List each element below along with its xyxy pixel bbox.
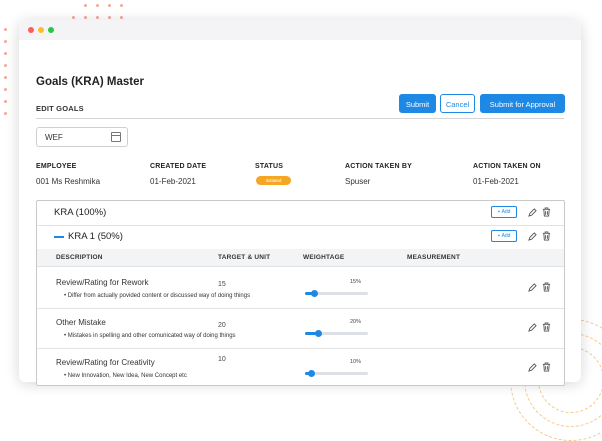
slider-handle[interactable] [314, 330, 322, 337]
kra-panel: KRA (100%) + Add KRA 1 (50%) + Add DESCR… [36, 200, 565, 386]
divider [36, 118, 564, 119]
created-date-label: CREATED DATE [150, 163, 207, 170]
goal-target: 15 [218, 281, 226, 288]
col-measurement: MEASUREMENT [407, 254, 461, 261]
status-badge: Initiated [256, 176, 291, 185]
table-row: Other Mistake • Mistakes in spelling and… [37, 308, 564, 349]
action-taken-by-value: Spuser [345, 177, 371, 186]
maximize-dot-icon[interactable] [48, 27, 54, 33]
employee-value: 001 Ms Reshmika [36, 177, 101, 186]
slider-handle[interactable] [311, 290, 319, 297]
weightage-slider[interactable] [305, 290, 368, 297]
delete-trash-icon[interactable] [542, 322, 551, 332]
goal-description: • New Innovation, New Idea, New Concept … [64, 373, 187, 379]
cancel-button[interactable]: Cancel [440, 94, 475, 113]
close-dot-icon[interactable] [28, 27, 34, 33]
delete-trash-icon[interactable] [542, 362, 551, 372]
col-target: TARGET & UNIT [218, 254, 271, 261]
submit-for-approval-button[interactable]: Submit for Approval [480, 94, 565, 113]
edit-pencil-icon[interactable] [528, 363, 537, 372]
action-taken-by-label: ACTION TAKEN BY [345, 163, 413, 170]
window-titlebar [19, 20, 581, 40]
kra-title: KRA (100%) [54, 207, 107, 218]
weightage-percent: 15% [350, 279, 362, 285]
goal-title: Other Mistake [56, 318, 106, 327]
table-header: DESCRIPTION TARGET & UNIT WEIGHTAGE MEAS… [37, 249, 564, 267]
goal-description: • Mistakes in spelling and other comunic… [64, 333, 236, 339]
delete-trash-icon[interactable] [542, 282, 551, 292]
col-description: DESCRIPTION [56, 254, 103, 261]
minimize-dot-icon[interactable] [38, 27, 44, 33]
edit-pencil-icon[interactable] [528, 323, 537, 332]
wef-label: WEF [45, 133, 63, 142]
col-weightage: WEIGHTAGE [303, 254, 345, 261]
collapse-minus-icon[interactable] [54, 236, 64, 238]
weightage-slider[interactable] [305, 330, 368, 337]
section-title: EDIT GOALS [36, 104, 84, 113]
goal-target: 10 [218, 356, 226, 363]
goal-title: Review/Rating for Rework [56, 278, 149, 287]
delete-trash-icon[interactable] [542, 231, 551, 241]
table-row: Review/Rating for Creativity • New Innov… [37, 348, 564, 388]
edit-pencil-icon[interactable] [528, 208, 537, 217]
goal-description: • Differ from actually povided content o… [64, 293, 251, 299]
calendar-icon[interactable] [111, 132, 121, 142]
edit-pencil-icon[interactable] [528, 232, 537, 241]
app-window: Goals (KRA) Master EDIT GOALS Submit Can… [19, 20, 581, 386]
created-date-value: 01-Feb-2021 [150, 177, 196, 186]
kra-header-row: KRA (100%) + Add [37, 201, 564, 226]
page-content: Goals (KRA) Master EDIT GOALS Submit Can… [19, 40, 581, 386]
goal-target: 20 [218, 322, 226, 329]
weightage-percent: 20% [350, 319, 362, 325]
weightage-percent: 10% [350, 359, 362, 365]
wef-date-field[interactable]: WEF [36, 127, 128, 147]
goal-title: Review/Rating for Creativity [56, 358, 155, 367]
page-title: Goals (KRA) Master [36, 76, 144, 88]
submit-button[interactable]: Submit [399, 94, 436, 113]
slider-handle[interactable] [308, 370, 316, 377]
edit-pencil-icon[interactable] [528, 283, 537, 292]
employee-label: EMPLOYEE [36, 163, 77, 170]
kra-sub-row: KRA 1 (50%) + Add [37, 225, 564, 250]
delete-trash-icon[interactable] [542, 207, 551, 217]
add-goal-button[interactable]: + Add [491, 230, 517, 242]
status-label: STATUS [255, 163, 284, 170]
add-kra-button[interactable]: + Add [491, 206, 517, 218]
table-row: Review/Rating for Rework • Differ from a… [37, 268, 564, 309]
weightage-slider[interactable] [305, 370, 368, 377]
kra-sub-title: KRA 1 (50%) [68, 231, 123, 242]
action-taken-on-label: ACTION TAKEN ON [473, 163, 541, 170]
action-taken-on-value: 01-Feb-2021 [473, 177, 519, 186]
